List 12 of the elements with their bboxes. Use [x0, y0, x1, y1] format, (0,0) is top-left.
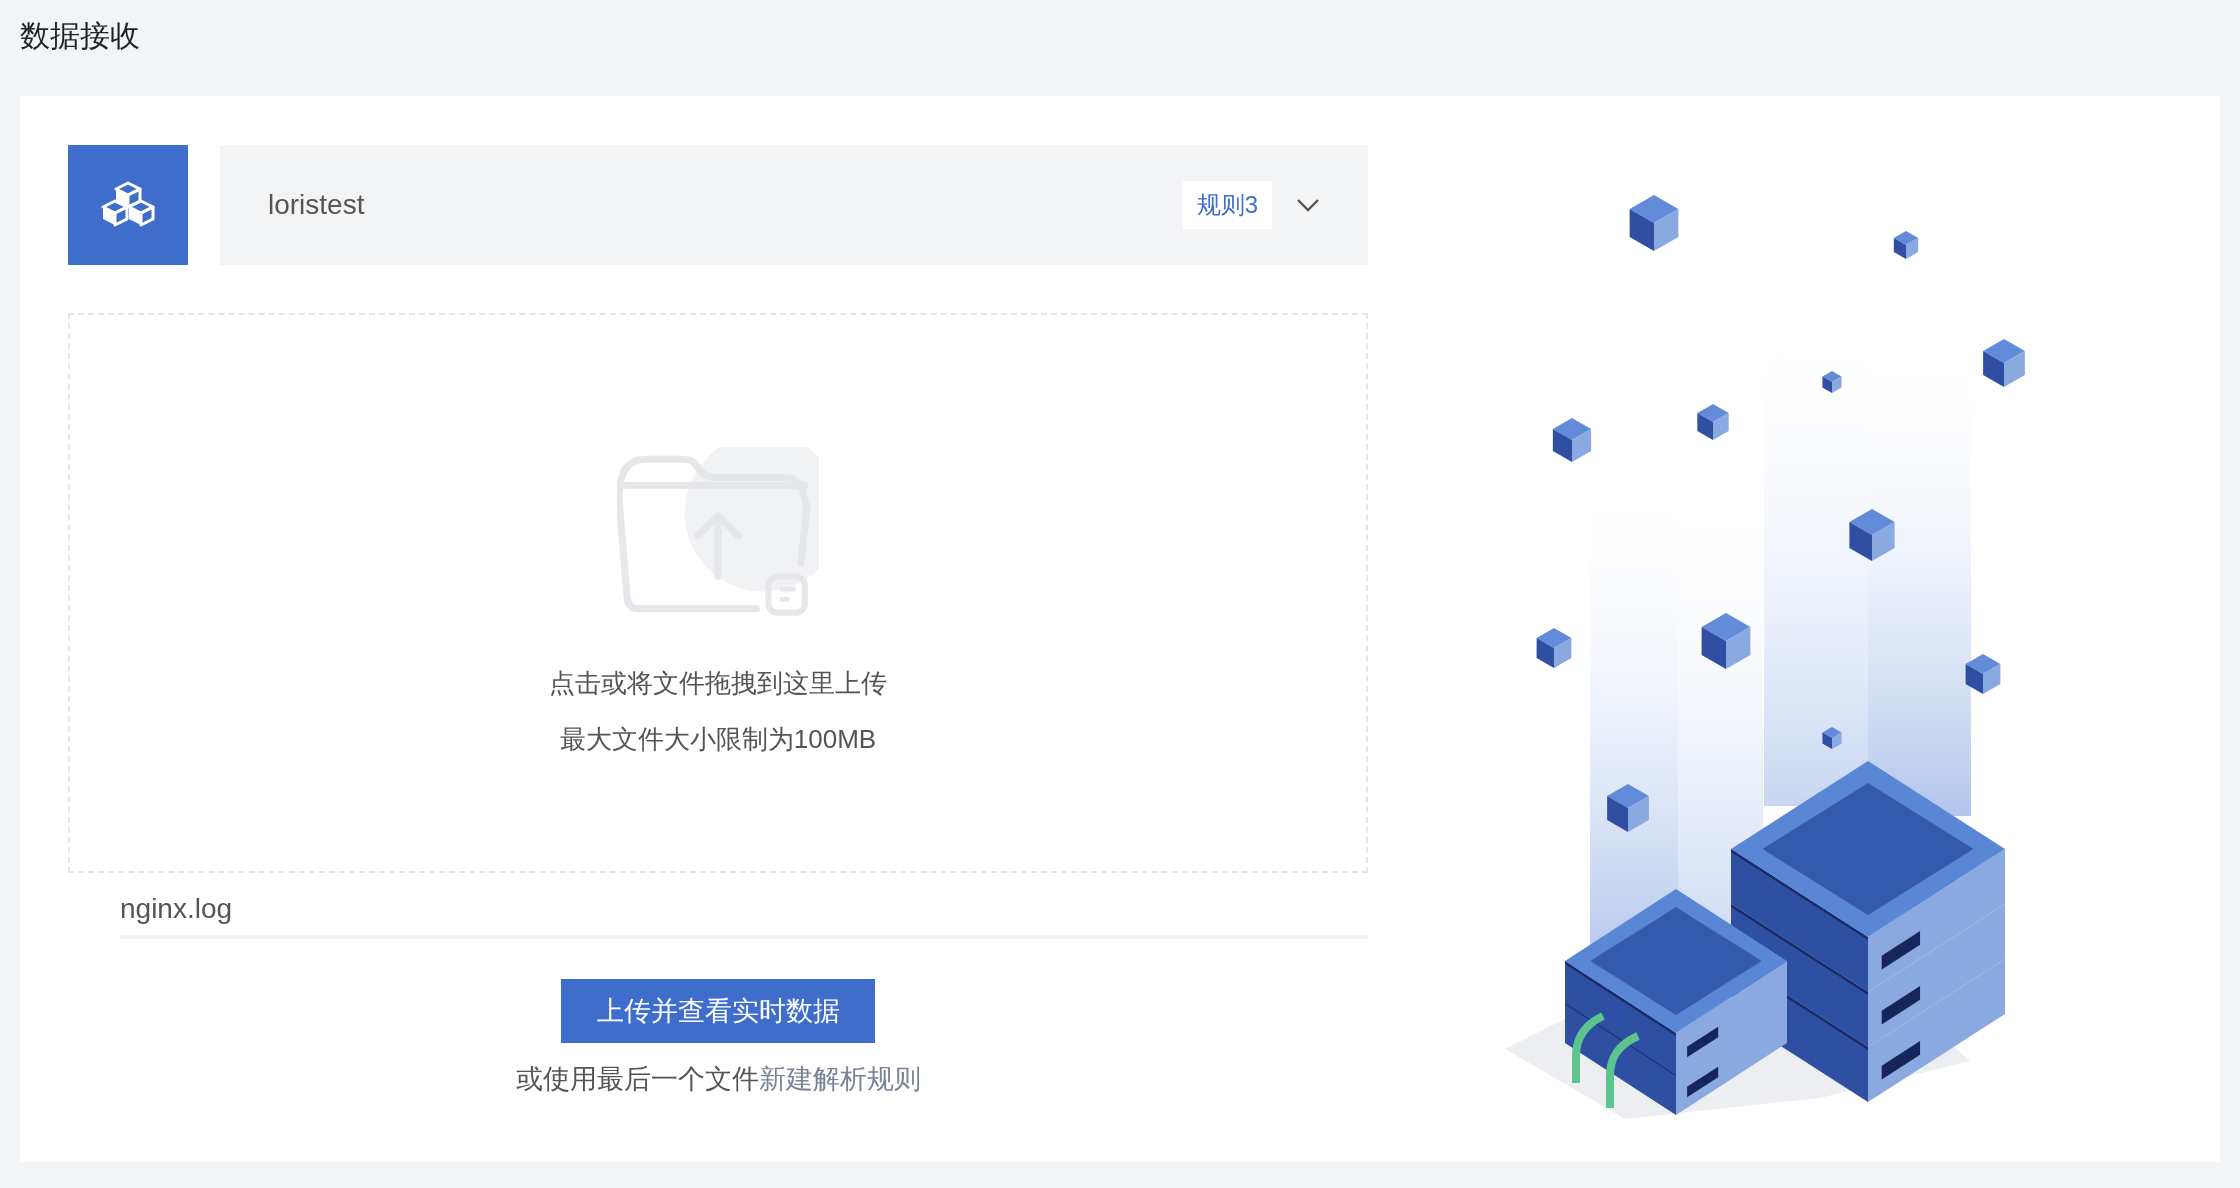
source-name: loristest [268, 189, 366, 221]
footer-text: 或使用最后一个文件新建解析规则 [515, 1063, 921, 1096]
rule-tag: 规则3 [1182, 181, 1272, 229]
page-title: 数据接收 [20, 18, 140, 54]
new-rule-link[interactable]: 新建解析规则 [758, 1064, 921, 1094]
upload-hint: 点击或将文件拖拽到这里上传 [549, 667, 887, 700]
chevron-down-icon [1296, 198, 1320, 212]
upload-dropzone[interactable]: 点击或将文件拖拽到这里上传 最大文件大小限制为100MB [68, 313, 1368, 873]
folder-upload-icon [617, 447, 819, 617]
upload-limit: 最大文件大小限制为100MB [559, 723, 877, 756]
source-select[interactable]: loristest 规则3 [220, 145, 1368, 265]
upload-button[interactable]: 上传并查看实时数据 [561, 979, 875, 1043]
